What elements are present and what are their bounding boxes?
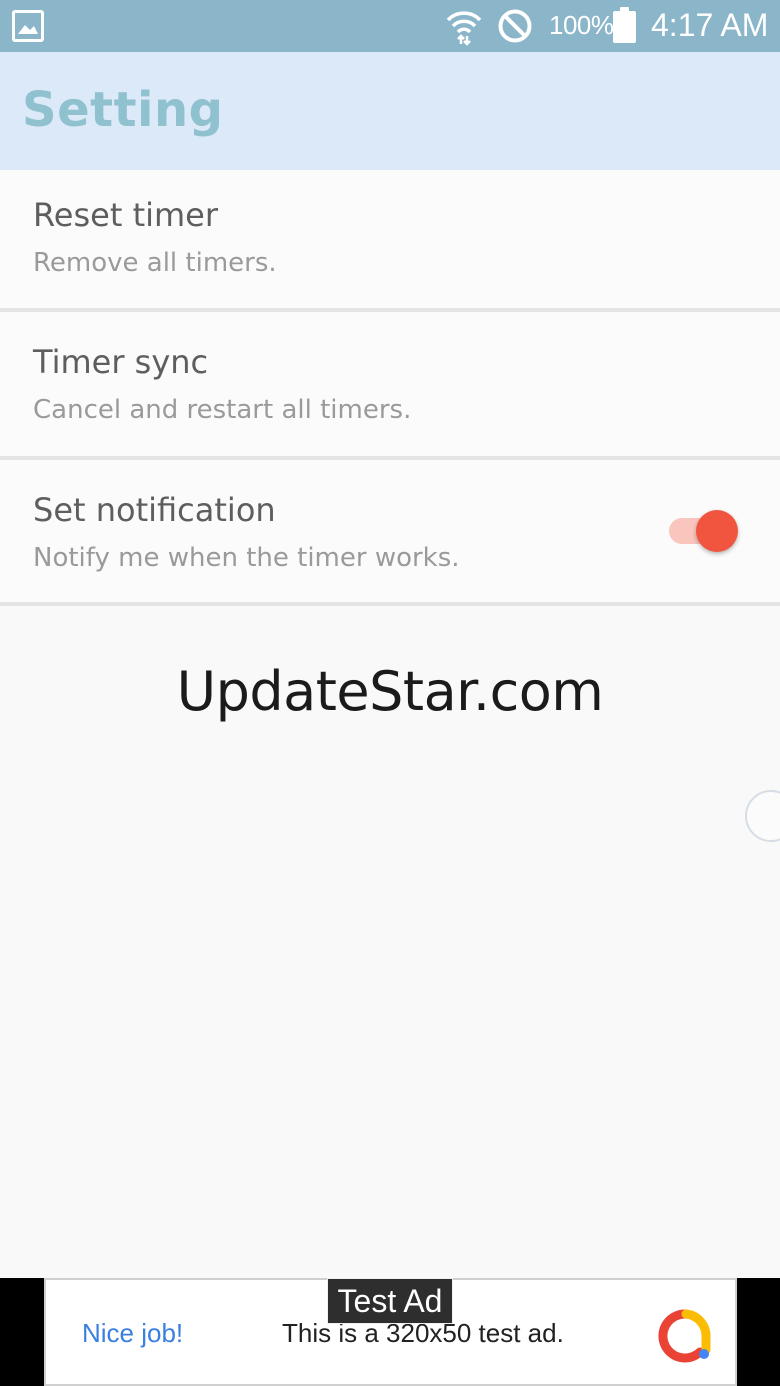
divider xyxy=(0,602,780,606)
status-bar: 100% 4:17 AM xyxy=(0,0,780,52)
floating-circle-handle[interactable] xyxy=(745,790,780,842)
toggle-thumb xyxy=(696,510,738,552)
admob-logo-icon xyxy=(658,1309,711,1363)
page-title: Setting xyxy=(22,82,224,138)
setting-subtitle: Notify me when the timer works. xyxy=(33,543,460,573)
setting-title: Timer sync xyxy=(33,343,209,381)
clock: 4:17 AM xyxy=(651,7,769,43)
wifi-icon xyxy=(446,11,482,46)
watermark: UpdateStar.com xyxy=(176,660,604,723)
setting-reset-timer[interactable]: Reset timer Remove all timers. xyxy=(0,170,780,308)
setting-title: Reset timer xyxy=(33,196,219,234)
setting-subtitle: Cancel and restart all timers. xyxy=(33,395,412,425)
setting-notification[interactable]: Set notification Notify me when the time… xyxy=(0,460,780,602)
app-bar: Setting xyxy=(0,52,780,170)
setting-timer-sync[interactable]: Timer sync Cancel and restart all timers… xyxy=(0,312,780,456)
notification-toggle[interactable] xyxy=(669,510,741,552)
test-ad-label: Test Ad xyxy=(327,1278,453,1324)
battery-percentage: 100% xyxy=(549,10,614,40)
block-icon xyxy=(498,9,532,43)
setting-subtitle: Remove all timers. xyxy=(33,248,277,278)
gallery-icon xyxy=(12,10,44,42)
setting-title: Set notification xyxy=(33,491,276,529)
battery-icon xyxy=(613,7,636,43)
ad-nice-job-link[interactable]: Nice job! xyxy=(82,1318,183,1349)
